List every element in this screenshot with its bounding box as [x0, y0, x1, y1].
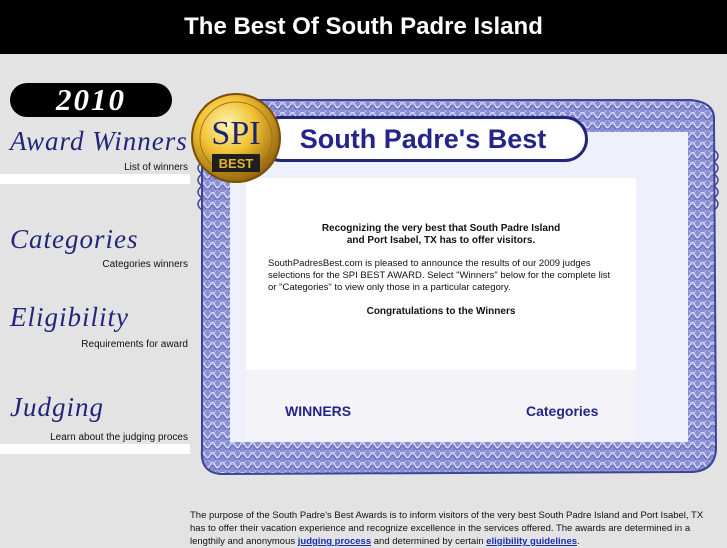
- judging-process-link[interactable]: judging process: [298, 536, 371, 547]
- congrats-text: Congratulations to the Winners: [366, 306, 516, 317]
- winners-link[interactable]: WINNERS: [285, 403, 351, 419]
- intro-text: SouthPadresBest.com is pleased to announ…: [268, 258, 611, 293]
- divider: [0, 174, 190, 184]
- divider: [0, 444, 190, 454]
- certificate-body: Recognizing the very best that South Pad…: [246, 178, 636, 372]
- eligibility-link[interactable]: Eligibility: [10, 302, 129, 333]
- spi-best-seal-icon: SPI BEST: [191, 93, 281, 183]
- certificate: South Padre's Best Recognizing the very …: [190, 90, 727, 482]
- categories-button[interactable]: Categories: [526, 403, 598, 419]
- site-title: The Best Of South Padre Island: [184, 13, 543, 40]
- categories-link[interactable]: Categories: [10, 224, 139, 255]
- seal-top-text: SPI: [211, 115, 260, 152]
- year-badge: 2010: [10, 82, 172, 117]
- eligibility-desc: Requirements for award: [81, 339, 188, 350]
- judging-link[interactable]: Judging: [10, 392, 104, 423]
- site-header: The Best Of South Padre Island: [0, 0, 727, 54]
- headline: Recognizing the very best that South Pad…: [246, 223, 636, 247]
- footer-text-part: and determined by certain: [371, 536, 487, 547]
- categories-desc: Categories winners: [102, 259, 188, 270]
- seal-bottom-text: BEST: [219, 156, 254, 171]
- judging-desc: Learn about the judging proces: [50, 432, 188, 443]
- certificate-title: South Padre's Best: [258, 116, 588, 162]
- award-winners-link[interactable]: Award Winners: [10, 126, 188, 157]
- headline-line: Recognizing the very best that South Pad…: [321, 223, 561, 234]
- footer-text-part: .: [577, 536, 580, 547]
- award-winners-desc: List of winners: [124, 162, 188, 173]
- footer-text: The purpose of the South Padre's Best Aw…: [190, 509, 715, 548]
- eligibility-guidelines-link[interactable]: eligibility guidelines: [486, 536, 577, 547]
- headline-line: and Port Isabel, TX has to offer visitor…: [346, 235, 536, 246]
